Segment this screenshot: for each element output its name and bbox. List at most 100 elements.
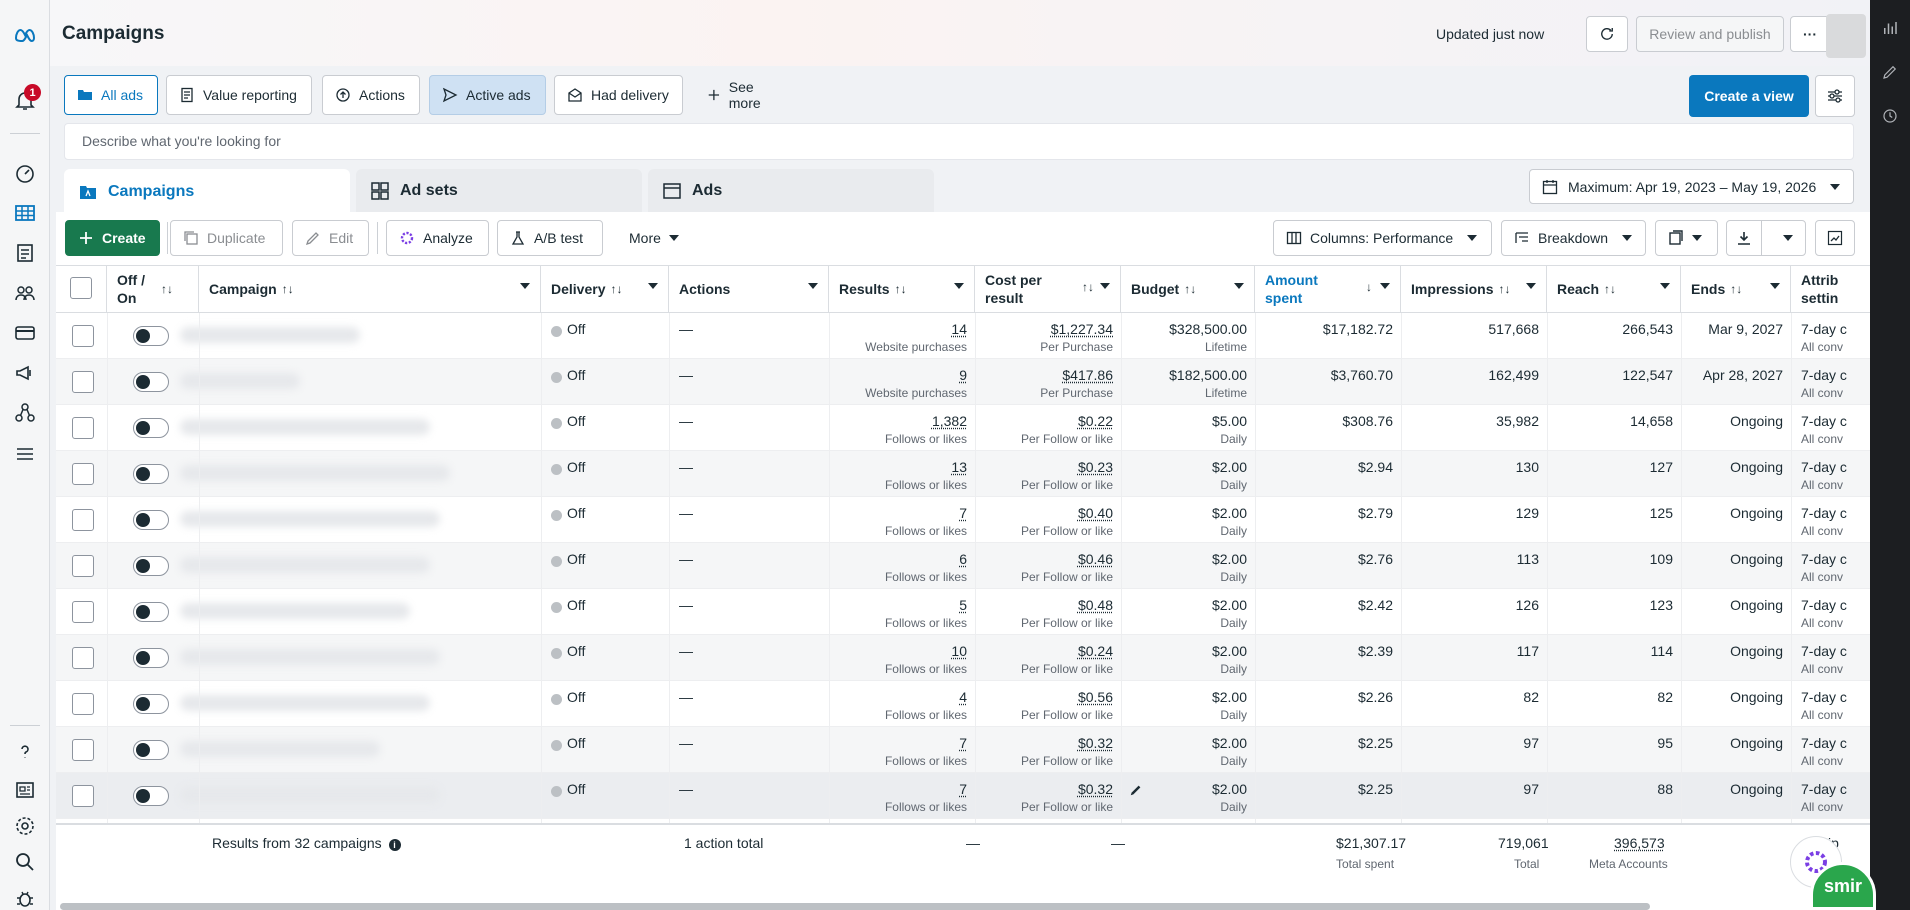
tab-ad-sets[interactable]: Ad sets [356, 169, 642, 213]
table-row[interactable]: Off — 13 Follows or likes $0.23 Per Follow or… [56, 451, 1870, 497]
columns-dropdown[interactable]: Columns: Performance [1273, 220, 1492, 256]
sort-desc-icon[interactable]: ↓ [1366, 280, 1372, 294]
campaign-name-cell[interactable] [166, 543, 506, 589]
menu-icon[interactable] [9, 438, 41, 470]
sort-icon[interactable]: ↑↓ [1184, 282, 1196, 296]
campaign-toggle[interactable] [133, 510, 169, 530]
review-publish-button[interactable]: Review and publish [1636, 16, 1784, 52]
row-checkbox[interactable] [72, 463, 94, 485]
results-value[interactable]: 13 [951, 459, 967, 475]
cpr-value[interactable]: $0.24 [1078, 643, 1113, 659]
col-results[interactable]: Results ↑↓ [829, 266, 975, 312]
campaign-toggle[interactable] [133, 648, 169, 668]
campaign-name-cell[interactable] [166, 451, 506, 497]
table-grid-icon[interactable] [9, 197, 41, 229]
cpr-value[interactable]: $0.23 [1078, 459, 1113, 475]
results-value[interactable]: 6 [959, 551, 967, 567]
row-checkbox[interactable] [72, 555, 94, 577]
select-all-checkbox[interactable] [70, 277, 92, 299]
cpr-value[interactable]: $0.48 [1078, 597, 1113, 613]
sort-icon[interactable]: ↑↓ [282, 282, 294, 296]
info-icon[interactable]: i [388, 839, 401, 851]
campaign-name-cell[interactable] [166, 497, 506, 543]
meta-logo-icon[interactable] [9, 19, 41, 51]
export-chevron[interactable] [1770, 235, 1805, 241]
pages-icon[interactable] [9, 237, 41, 269]
create-button[interactable]: Create [65, 220, 160, 256]
row-checkbox[interactable] [72, 509, 94, 531]
campaign-name-cell[interactable] [166, 727, 506, 773]
col-impressions[interactable]: Impressions ↑↓ [1401, 266, 1547, 312]
export-dropdown[interactable] [1726, 220, 1806, 256]
campaign-name-cell[interactable] [166, 359, 506, 405]
col-reach[interactable]: Reach ↑↓ [1547, 266, 1681, 312]
analyze-button[interactable]: Analyze [386, 220, 489, 256]
account-avatar[interactable] [1826, 14, 1866, 58]
chevron-down-icon[interactable] [1770, 283, 1780, 289]
table-row[interactable]: Off — 14 Website purchases $1,227.34 Per Purc… [56, 313, 1870, 359]
table-row[interactable]: Off — 6 Follows or likes $0.46 Per Follow or … [56, 543, 1870, 589]
campaign-toggle[interactable] [133, 556, 169, 576]
results-value[interactable]: 10 [951, 643, 967, 659]
col-attribution[interactable]: Attrib settin [1791, 266, 1870, 312]
table-row[interactable]: Off — 4 Follows or likes $0.56 Per Follow or … [56, 681, 1870, 727]
chevron-down-icon[interactable] [520, 283, 530, 289]
table-row[interactable]: Off — 7 Follows or likes $0.32 Per Follow or … [56, 727, 1870, 773]
chevron-down-icon[interactable] [1526, 283, 1536, 289]
table-row[interactable]: Off — 5 Follows or likes $0.48 Per Follow or … [56, 589, 1870, 635]
more-options-button[interactable]: ··· [1790, 16, 1830, 52]
view-value-reporting[interactable]: Value reporting [166, 75, 312, 115]
search-icon[interactable] [9, 846, 41, 878]
horizontal-scrollbar[interactable] [60, 903, 1650, 910]
results-value[interactable]: 5 [959, 597, 967, 613]
col-off-on[interactable]: Off / On ↑↓ [107, 266, 199, 312]
campaign-toggle[interactable] [133, 602, 169, 622]
row-checkbox[interactable] [72, 693, 94, 715]
bug-icon[interactable] [9, 882, 41, 910]
history-clock-icon[interactable] [1878, 104, 1902, 128]
tab-campaigns[interactable]: Campaigns [64, 169, 350, 215]
date-range-picker[interactable]: Maximum: Apr 19, 2023 – May 19, 2026 [1529, 169, 1854, 204]
chevron-down-icon[interactable] [1234, 283, 1244, 289]
megaphone-icon[interactable] [9, 357, 41, 389]
sort-icon[interactable]: ↑↓ [1498, 282, 1510, 296]
cpr-value[interactable]: $0.56 [1078, 689, 1113, 705]
campaign-toggle[interactable] [133, 372, 169, 392]
customize-views-button[interactable] [1815, 75, 1855, 117]
view-active-ads[interactable]: Active ads [429, 75, 546, 115]
campaign-toggle[interactable] [133, 786, 169, 806]
col-actions[interactable]: Actions [669, 266, 829, 312]
tab-ads[interactable]: Ads [648, 169, 934, 213]
reports-dropdown[interactable] [1655, 220, 1718, 256]
cpr-value[interactable]: $0.46 [1078, 551, 1113, 567]
campaign-toggle[interactable] [133, 418, 169, 438]
refresh-button[interactable] [1586, 16, 1628, 52]
campaign-name-cell[interactable] [166, 313, 506, 359]
cpr-value[interactable]: $1,227.34 [1051, 321, 1113, 337]
row-checkbox[interactable] [72, 325, 94, 347]
table-row[interactable]: Off — 1,382 Follows or likes $0.22 Per Follow… [56, 405, 1870, 451]
pencil-icon[interactable] [1878, 60, 1902, 84]
notification-bell-icon[interactable]: 1 [9, 84, 41, 116]
results-value[interactable]: 9 [959, 367, 967, 383]
sort-icon[interactable]: ↑↓ [161, 282, 173, 296]
results-value[interactable]: 14 [951, 321, 967, 337]
campaign-toggle[interactable] [133, 740, 169, 760]
results-value[interactable]: 4 [959, 689, 967, 705]
cpr-value[interactable]: $0.40 [1078, 505, 1113, 521]
campaign-name-cell[interactable] [166, 635, 506, 681]
col-delivery[interactable]: Delivery ↑↓ [541, 266, 669, 312]
col-ends[interactable]: Ends ↑↓ [1681, 266, 1791, 312]
col-amount-spent[interactable]: Amount spent ↓ [1255, 266, 1401, 312]
row-checkbox[interactable] [72, 417, 94, 439]
billing-card-icon[interactable] [9, 317, 41, 349]
col-campaign[interactable]: Campaign ↑↓ [199, 266, 541, 312]
view-all-ads[interactable]: All ads [64, 75, 158, 115]
row-checkbox[interactable] [72, 601, 94, 623]
campaign-toggle[interactable] [133, 464, 169, 484]
sort-icon[interactable]: ↑↓ [1082, 280, 1094, 294]
results-value[interactable]: 7 [959, 505, 967, 521]
download-icon[interactable] [1727, 221, 1763, 255]
table-row[interactable]: Off — 7 Follows or likes $0.40 Per Follow or … [56, 497, 1870, 543]
table-row[interactable]: Off — 9 Website purchases $417.86 Per Purchas… [56, 359, 1870, 405]
